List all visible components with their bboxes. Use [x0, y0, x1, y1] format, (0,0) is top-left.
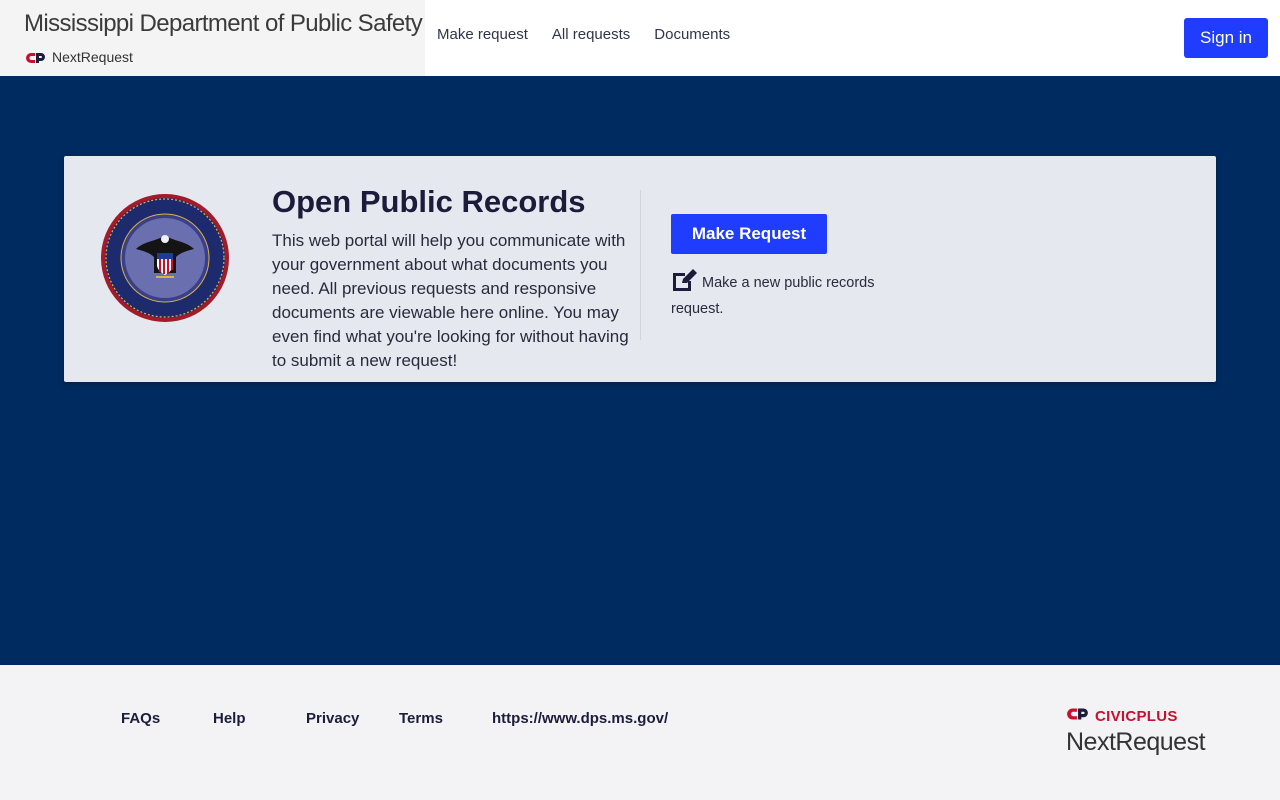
- nextrequest-product-name: NextRequest: [1066, 728, 1206, 756]
- nav-make-request[interactable]: Make request: [437, 26, 528, 43]
- signin-button[interactable]: Sign in: [1184, 18, 1268, 58]
- hero-section: Open Public Records This web portal will…: [0, 76, 1280, 665]
- civicplus-label: CIVICPLUS: [1095, 708, 1178, 725]
- card-divider: [640, 190, 641, 340]
- footer-terms-link[interactable]: Terms: [399, 710, 443, 727]
- page-title: Open Public Records: [272, 184, 586, 219]
- org-title[interactable]: Mississippi Department of Public Safety: [24, 10, 423, 38]
- make-request-button[interactable]: Make Request: [671, 214, 827, 254]
- brand-block[interactable]: Mississippi Department of Public Safety …: [0, 0, 425, 76]
- intro-description: This web portal will help you communicat…: [272, 231, 629, 370]
- site-footer: FAQs Help Privacy Terms https://www.dps.…: [0, 665, 1280, 800]
- civicplus-logo-icon: [25, 51, 46, 63]
- footer-help-link[interactable]: Help: [213, 710, 246, 727]
- make-request-hint-text: Make a new public records request.: [671, 275, 875, 317]
- footer-website-link[interactable]: https://www.dps.ms.gov/: [492, 710, 668, 727]
- nextrequest-brand: NextRequest: [25, 49, 133, 65]
- nav-documents[interactable]: Documents: [654, 26, 730, 43]
- make-request-hint: Make a new public records request.: [671, 269, 911, 320]
- edit-icon: [671, 269, 698, 298]
- civicplus-brand: CIVICPLUS: [1066, 707, 1178, 726]
- site-header: Mississippi Department of Public Safety …: [0, 0, 1280, 76]
- footer-privacy-link[interactable]: Privacy: [306, 710, 359, 727]
- footer-faqs-link[interactable]: FAQs: [121, 710, 160, 727]
- brand-sub-label: NextRequest: [52, 49, 133, 65]
- dps-seal-icon: [100, 193, 230, 323]
- civicplus-logo-icon: [1066, 707, 1089, 726]
- main-nav: Make request All requests Documents: [437, 26, 730, 43]
- intro-card: Open Public Records This web portal will…: [64, 156, 1216, 382]
- nav-all-requests[interactable]: All requests: [552, 26, 630, 43]
